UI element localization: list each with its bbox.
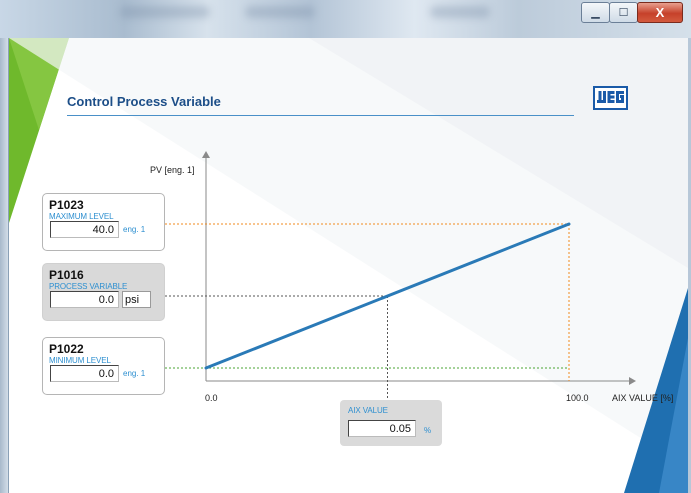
param-unit: eng. 1 [123, 225, 146, 234]
x-axis-arrow [629, 377, 636, 385]
pv-line-series [204, 222, 571, 370]
min-level-input[interactable]: 0.0 [50, 365, 119, 382]
titlebar-blur [120, 6, 210, 18]
param-code: P1022 [49, 342, 84, 356]
max-level-input[interactable]: 40.0 [50, 221, 119, 238]
x-tick-min-label: 0.0 [205, 393, 218, 403]
process-variable-field: 0.0 [50, 291, 119, 308]
param-description: MAXIMUM LEVEL [49, 212, 114, 221]
param-card-p1016: P1016 PROCESS VARIABLE 0.0 psi [42, 263, 165, 321]
param-description: AIX VALUE [348, 406, 388, 415]
param-unit: psi [122, 291, 151, 308]
y-axis-arrow [202, 151, 210, 158]
titlebar-blur [430, 6, 490, 18]
param-code: P1023 [49, 198, 84, 212]
x-axis-label: AIX VALUE [%] [612, 393, 674, 403]
aix-value-card: AIX VALUE 0.05 % [340, 400, 442, 446]
param-code: P1016 [49, 268, 84, 282]
param-card-p1023: P1023 MAXIMUM LEVEL 40.0 eng. 1 [42, 193, 165, 251]
titlebar-blur [245, 6, 315, 18]
x-tick-max-label: 100.0 [566, 393, 589, 403]
param-unit: eng. 1 [123, 369, 146, 378]
minimize-button[interactable]: ▁ [581, 2, 610, 23]
maximize-button[interactable]: ☐ [609, 2, 638, 23]
param-description: MINIMUM LEVEL [49, 356, 111, 365]
param-unit: % [424, 426, 432, 435]
main-panel: Control Process Variable PV [eng. 1] 0.0… [8, 38, 688, 493]
window-controls: ▁ ☐ X [581, 2, 683, 23]
close-button[interactable]: X [637, 2, 683, 23]
y-axis-label: PV [eng. 1] [150, 165, 195, 175]
param-description: PROCESS VARIABLE [49, 282, 128, 291]
window-left-frame [0, 38, 8, 493]
window-titlebar[interactable]: ▁ ☐ X [0, 0, 691, 38]
aix-value-field: 0.05 [348, 420, 416, 437]
param-card-p1022: P1022 MINIMUM LEVEL 0.0 eng. 1 [42, 337, 165, 395]
